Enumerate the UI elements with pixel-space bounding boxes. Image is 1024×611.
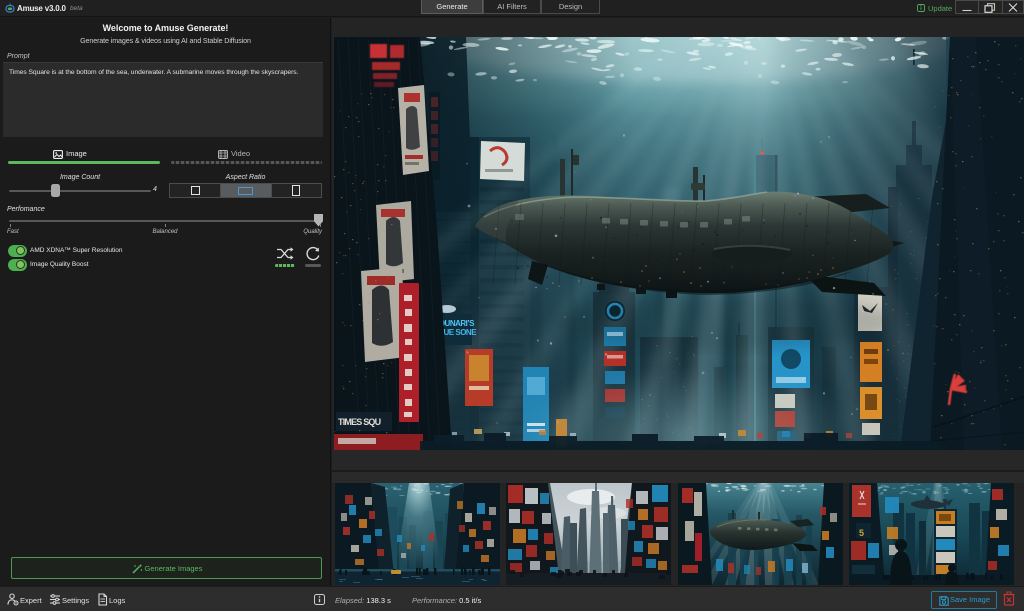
svg-text:TIMES SQU: TIMES SQU	[338, 417, 381, 427]
svg-text:5: 5	[859, 528, 864, 538]
